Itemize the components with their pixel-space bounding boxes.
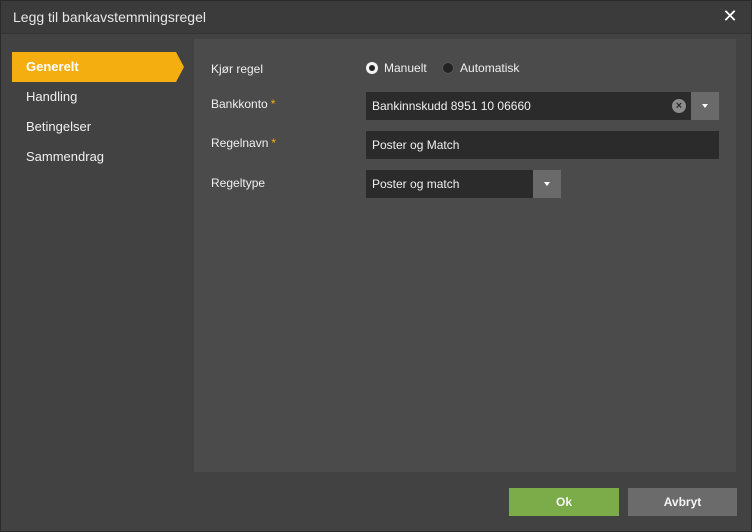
chevron-down-icon[interactable]: [691, 92, 719, 120]
run-rule-radio-group: Manuelt Automatisk: [366, 61, 531, 77]
sidebar-item-handling[interactable]: Handling: [12, 82, 182, 112]
form-panel: Kjør regel Manuelt Automatisk Bankkonto *…: [194, 39, 736, 472]
rule-type-select[interactable]: Poster og match: [366, 170, 561, 198]
rule-name-input[interactable]: Poster og Match: [366, 131, 719, 159]
dialog: Legg til bankavstemmingsregel ✕ Generelt…: [0, 0, 752, 532]
radio-manual[interactable]: Manuelt: [366, 61, 427, 75]
bank-account-label-text: Bankkonto: [211, 97, 268, 111]
sidebar-item-betingelser[interactable]: Betingelser: [12, 112, 182, 142]
sidebar-item-label: Sammendrag: [26, 149, 105, 164]
sidebar: Generelt Handling Betingelser Sammendrag: [12, 52, 184, 172]
dialog-title: Legg til bankavstemmingsregel: [13, 9, 206, 25]
rule-type-value: Poster og match: [372, 177, 460, 191]
title-bar: Legg til bankavstemmingsregel ✕: [1, 1, 751, 34]
clear-icon[interactable]: ×: [672, 99, 686, 113]
bank-account-label: Bankkonto *: [211, 97, 275, 111]
radio-automatic[interactable]: Automatisk: [442, 61, 519, 75]
required-mark: *: [270, 97, 276, 111]
rule-name-label-text: Regelnavn: [211, 136, 269, 150]
rule-name-value: Poster og Match: [372, 138, 460, 152]
radio-automatic-label: Automatisk: [460, 61, 520, 75]
rule-name-label: Regelnavn *: [211, 136, 276, 150]
run-rule-label: Kjør regel: [211, 62, 264, 76]
radio-unchecked-icon: [442, 62, 455, 74]
required-mark: *: [271, 136, 277, 150]
ok-button[interactable]: Ok: [509, 488, 619, 516]
chevron-down-icon[interactable]: [533, 170, 561, 198]
sidebar-item-sammendrag[interactable]: Sammendrag: [12, 142, 182, 172]
radio-checked-icon: [366, 62, 378, 74]
radio-manual-label: Manuelt: [384, 61, 427, 75]
sidebar-item-generelt[interactable]: Generelt: [12, 52, 184, 82]
bank-account-select[interactable]: Bankinnskudd 8951 10 06660 ×: [366, 92, 719, 120]
bank-account-value: Bankinnskudd 8951 10 06660: [372, 99, 531, 113]
sidebar-item-label: Handling: [26, 89, 78, 104]
cancel-button[interactable]: Avbryt: [628, 488, 737, 516]
sidebar-item-label: Generelt: [26, 59, 79, 74]
close-icon[interactable]: ✕: [721, 7, 739, 25]
rule-type-label: Regeltype: [211, 176, 266, 190]
sidebar-item-label: Betingelser: [26, 119, 92, 134]
